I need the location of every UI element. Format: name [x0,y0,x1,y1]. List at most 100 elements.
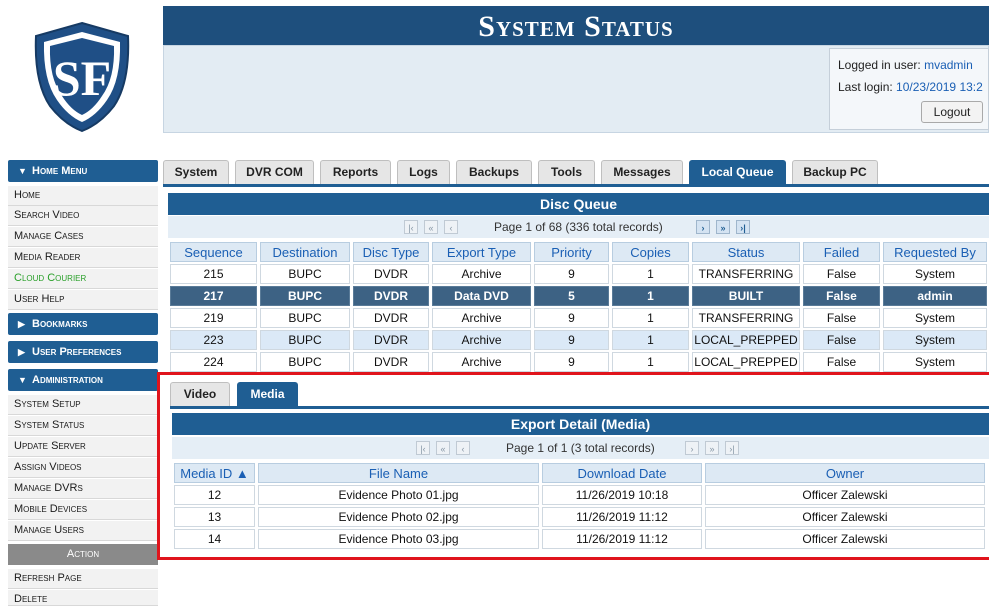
cell-copies: 1 [612,330,689,350]
cell-status: TRANSFERRING [692,308,800,328]
prev-block-icon[interactable]: « [436,441,450,455]
cell-requested-by: admin [883,286,987,306]
nav-manage-cases[interactable]: Manage Cases [8,227,158,247]
col-destination[interactable]: Destination [260,242,350,262]
cell-disc-type: DVDR [353,308,429,328]
nav-assign-videos[interactable]: Assign Videos [8,458,158,478]
cell-destination: BUPC [260,264,350,284]
cell-failed: False [803,286,880,306]
col-file-name[interactable]: File Name [258,463,539,483]
cell-failed: False [803,330,880,350]
home-menu-header[interactable]: ▼ Home Menu [8,160,158,182]
cell-status: LOCAL_PREPPED [692,330,800,350]
cell-file-name: Evidence Photo 01.jpg [258,485,539,505]
nav-manage-dvrs[interactable]: Manage DVRs [8,479,158,499]
col-download-date[interactable]: Download Date [542,463,702,483]
cell-status: BUILT [692,286,800,306]
cell-copies: 1 [612,264,689,284]
nav-manage-users[interactable]: Manage Users [8,521,158,541]
cell-requested-by: System [883,308,987,328]
export-detail-pager: |‹ « ‹ Page 1 of 1 (3 total records) › »… [172,437,989,459]
nav-system-status[interactable]: System Status [8,416,158,436]
subtab-video[interactable]: Video [170,382,230,406]
chevron-down-icon: ▼ [18,166,27,176]
tab-tools[interactable]: Tools [538,160,595,184]
tab-dvr-com[interactable]: DVR COM [235,160,314,184]
next-block-icon[interactable]: » [705,441,719,455]
prev-page-icon[interactable]: ‹ [456,441,470,455]
action-header: Action [8,544,158,565]
cell-export-type: Archive [432,352,531,372]
cell-requested-by: System [883,330,987,350]
nav-system-setup[interactable]: System Setup [8,395,158,415]
tab-backups[interactable]: Backups [456,160,532,184]
cell-requested-by: System [883,264,987,284]
cell-sequence: 223 [170,330,257,350]
nav-media-reader[interactable]: Media Reader [8,248,158,268]
tab-messages[interactable]: Messages [601,160,683,184]
nav-mobile-devices[interactable]: Mobile Devices [8,500,158,520]
col-requested-by[interactable]: Requested By [883,242,987,262]
tab-logs[interactable]: Logs [397,160,450,184]
tab-reports[interactable]: Reports [320,160,391,184]
cell-export-type: Archive [432,308,531,328]
col-status[interactable]: Status [692,242,800,262]
subtab-underline [170,406,989,409]
col-media-id[interactable]: Media ID ▲ [174,463,255,483]
prev-page-icon[interactable]: ‹ [444,220,458,234]
cell-copies: 1 [612,352,689,372]
tab-underline [163,184,989,187]
cell-disc-type: DVDR [353,352,429,372]
nav-cloud-courier[interactable]: Cloud Courier [8,269,158,289]
tab-local-queue[interactable]: Local Queue [689,160,786,184]
nav-user-help[interactable]: User Help [8,290,158,310]
logout-button[interactable]: Logout [921,101,983,123]
col-disc-type[interactable]: Disc Type [353,242,429,262]
logged-in-user-link[interactable]: mvadmin [924,58,973,72]
first-page-icon[interactable]: |‹ [404,220,418,234]
user-preferences-header[interactable]: ▶ User Preferences [8,341,158,363]
cell-destination: BUPC [260,330,350,350]
nav-search-video[interactable]: Search Video [8,206,158,226]
col-sequence[interactable]: Sequence [170,242,257,262]
first-page-icon[interactable]: |‹ [416,441,430,455]
administration-header[interactable]: ▼ Administration [8,369,158,391]
cell-sequence: 215 [170,264,257,284]
disc-queue-pager: |‹ « ‹ Page 1 of 68 (336 total records) … [168,216,989,238]
chevron-right-icon: ▶ [18,347,25,357]
action-refresh-page[interactable]: Refresh Page [8,569,158,589]
next-block-icon[interactable]: » [716,220,730,234]
last-page-icon[interactable]: ›| [725,441,739,455]
last-page-icon[interactable]: ›| [736,220,750,234]
cell-sequence: 224 [170,352,257,372]
next-page-icon[interactable]: › [685,441,699,455]
cell-status: TRANSFERRING [692,264,800,284]
cell-media-id: 13 [174,507,255,527]
cell-media-id: 14 [174,529,255,549]
col-export-type[interactable]: Export Type [432,242,531,262]
tab-system[interactable]: System [163,160,229,184]
cell-priority: 9 [534,264,609,284]
col-priority[interactable]: Priority [534,242,609,262]
tab-backup-pc[interactable]: Backup PC [792,160,878,184]
bookmarks-header[interactable]: ▶ Bookmarks [8,313,158,335]
subtab-media[interactable]: Media [237,382,298,406]
chevron-right-icon: ▶ [18,319,25,329]
col-copies[interactable]: Copies [612,242,689,262]
prev-block-icon[interactable]: « [424,220,438,234]
cell-download-date: 11/26/2019 10:18 [542,485,702,505]
col-failed[interactable]: Failed [803,242,880,262]
col-owner[interactable]: Owner [705,463,985,483]
cell-media-id: 12 [174,485,255,505]
cell-copies: 1 [612,286,689,306]
nav-update-server[interactable]: Update Server [8,437,158,457]
action-delete[interactable]: Delete [8,590,158,606]
last-login-value: 10/23/2019 13:2 [896,80,983,94]
nav-home[interactable]: Home [8,186,158,206]
cell-owner: Officer Zalewski [705,485,985,505]
cell-owner: Officer Zalewski [705,507,985,527]
svg-text:SF: SF [53,50,111,106]
cell-sequence: 217 [170,286,257,306]
next-page-icon[interactable]: › [696,220,710,234]
chevron-down-icon: ▼ [18,375,27,385]
